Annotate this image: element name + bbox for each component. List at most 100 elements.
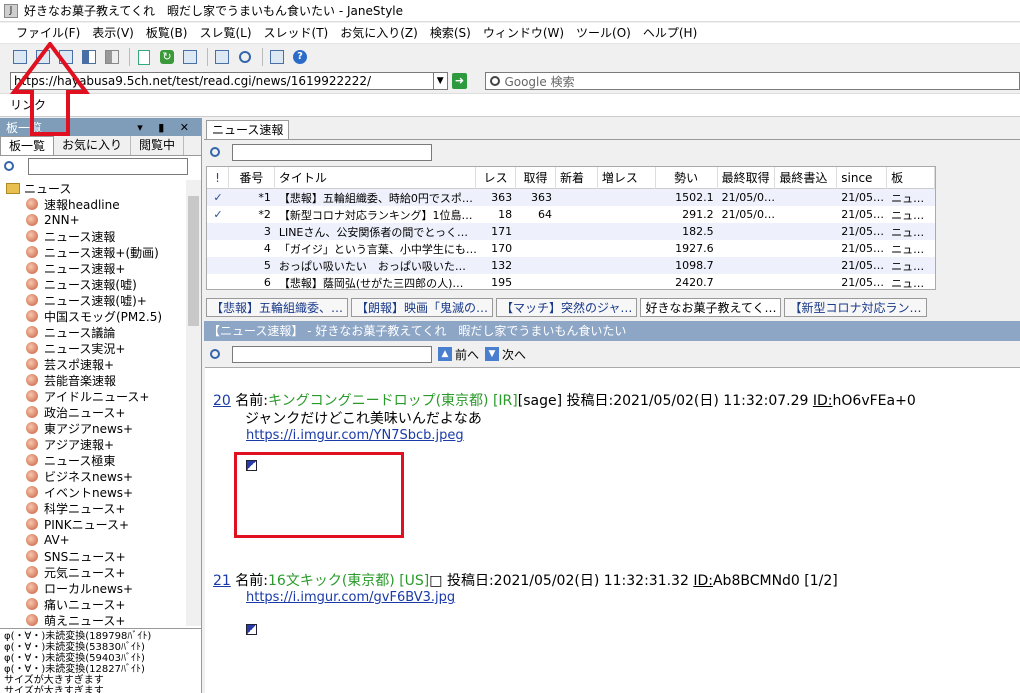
column-header[interactable]: 最終取得 — [718, 166, 776, 189]
board-item[interactable]: 中国スモッグ(PM2.5) — [0, 308, 186, 324]
chevron-down-icon[interactable]: ▼ — [433, 72, 448, 90]
view-search-input[interactable] — [232, 345, 432, 363]
thread-tab[interactable]: 【新型コロナ対応ラン… — [784, 297, 927, 317]
post-link[interactable]: https://i.imgur.com/YN7Sbcb.jpeg — [246, 428, 464, 443]
table-cell: 363 — [491, 191, 513, 204]
board-item[interactable]: アジア速報+ — [0, 436, 186, 452]
table-cell: ニュ… — [891, 208, 925, 222]
menu-favorites[interactable]: お気に入り(Z) — [334, 24, 424, 43]
board-item[interactable]: ニュース速報(嘘) — [0, 276, 186, 292]
tab-news-board[interactable]: ニュース速報 — [206, 120, 290, 139]
board-item[interactable]: 東アジアnews+ — [0, 420, 186, 436]
scrollbar-thumb[interactable] — [188, 196, 199, 326]
board-item[interactable]: ニュース議論 — [0, 324, 186, 340]
board-item[interactable]: ニュース速報+(動画) — [0, 244, 186, 260]
post-id-label[interactable]: ID: — [693, 573, 713, 589]
table-row[interactable]: 5 おっぱい吸いたい おっぱい吸いた… 132 1098.7 21/05… ニュ… — [207, 257, 935, 274]
next-button[interactable]: ▼ 次へ — [485, 346, 526, 363]
menu-window[interactable]: ウィンドウ(W) — [477, 24, 570, 43]
search-icon[interactable] — [210, 147, 220, 157]
board-label: アジア速報+ — [44, 437, 115, 452]
board-item[interactable]: ニュース極東 — [0, 452, 186, 468]
search-placeholder: Google 検索 — [504, 74, 575, 89]
thread-tab[interactable]: 【マッチ】突然のジャ… — [496, 297, 638, 317]
column-header[interactable]: タイトル — [275, 166, 477, 189]
table-row[interactable]: ✓ *1 【悲報】五輪組織委、時給0円でスポ… 363 363 1502.1 21/05/0… — [207, 189, 935, 206]
menu-board-list[interactable]: 板覧(B) — [140, 24, 194, 43]
board-item[interactable]: 速報headline — [0, 196, 186, 212]
board-item[interactable]: PINKニュース+ — [0, 516, 186, 532]
panel-controls[interactable]: ▾ ▮ ✕ — [137, 121, 201, 134]
board-item[interactable]: 政治ニュース+ — [0, 404, 186, 420]
board-item[interactable]: ニュース実況+ — [0, 340, 186, 356]
search-icon[interactable] — [4, 161, 14, 171]
menu-thread[interactable]: スレッド(T) — [258, 24, 335, 43]
board-item[interactable]: ニュース速報(嘘)+ — [0, 292, 186, 308]
column-header[interactable]: 増レス — [598, 166, 656, 189]
menu-thread-list[interactable]: スレ覧(L) — [193, 24, 257, 43]
copy-button[interactable] — [180, 47, 200, 67]
board-item[interactable]: 元気ニュース+ — [0, 564, 186, 580]
menu-tools[interactable]: ツール(O) — [570, 24, 637, 43]
column-header[interactable]: since — [837, 166, 888, 189]
image-thumbnail[interactable] — [246, 624, 257, 635]
board-item[interactable]: SNSニュース+ — [0, 548, 186, 564]
thread-tab[interactable]: 【朗報】映画「鬼滅の… — [351, 297, 494, 317]
write-button[interactable] — [134, 47, 154, 67]
board-icon — [26, 518, 38, 530]
column-header[interactable]: 板 — [887, 166, 935, 189]
board-item[interactable]: イベントnews+ — [0, 484, 186, 500]
column-header[interactable]: 新着 — [556, 166, 598, 189]
board-item[interactable]: ニュース速報+ — [0, 260, 186, 276]
menu-view[interactable]: 表示(V) — [86, 24, 140, 43]
thread-search-input[interactable] — [232, 143, 432, 161]
thread-tab[interactable]: 【悲報】五輪組織委、… — [206, 297, 349, 317]
column-header[interactable]: ! — [207, 166, 229, 189]
table-row[interactable]: ✓ *2 【新型コロナ対応ランキング】1位島… 18 64 291.2 21/05/0… 21… — [207, 206, 935, 223]
board-item[interactable]: AV+ — [0, 532, 186, 548]
menu-file[interactable]: ファイル(F) — [10, 24, 86, 43]
thread-tab[interactable]: 好きなお菓子教えてく… — [640, 297, 782, 317]
search-icon[interactable] — [210, 349, 220, 359]
table-row[interactable]: 6 【悲報】蔭岡弘(せがた三四郎の人)… 195 2420.7 21/05… ニュ… — [207, 274, 935, 291]
google-search-input[interactable]: Google 検索 — [485, 72, 1020, 90]
settings-button[interactable] — [267, 47, 287, 67]
board-search-input[interactable] — [28, 157, 188, 175]
board-item[interactable]: 萌えニュース+ — [0, 612, 186, 626]
table-cell: 182.5 — [682, 225, 714, 238]
help-button[interactable]: ? — [290, 47, 310, 67]
table-row[interactable]: 3 LINEさん、公安関係者の間でとっく… 171 182.5 21/05… ニュ… — [207, 223, 935, 240]
tab-favorites[interactable]: お気に入り — [54, 136, 132, 155]
column-header[interactable]: 最終書込 — [775, 166, 838, 189]
search-button[interactable] — [235, 47, 255, 67]
prev-button[interactable]: ▲ 前へ — [438, 346, 479, 363]
board-item[interactable]: 痛いニュース+ — [0, 596, 186, 612]
board-item[interactable]: 科学ニュース+ — [0, 500, 186, 516]
column-header[interactable]: 勢い — [656, 166, 718, 189]
board-item[interactable]: 芸能音楽速報 — [0, 372, 186, 388]
folder-news[interactable]: ニュース — [0, 180, 186, 196]
menu-search[interactable]: 検索(S) — [424, 24, 477, 43]
column-header[interactable]: 取得 — [516, 166, 557, 189]
post-number[interactable]: 21 — [213, 573, 231, 589]
table-row[interactable]: 4 「ガイジ」という言葉、小中学生にも… 170 1927.6 21/05… ニュ… — [207, 240, 935, 257]
go-button[interactable]: ➜ — [451, 73, 468, 89]
post-number[interactable]: 20 — [213, 393, 231, 409]
board-item[interactable]: アイドルニュース+ — [0, 388, 186, 404]
scrollbar[interactable] — [186, 180, 201, 626]
board-item[interactable]: 2NN+ — [0, 212, 186, 228]
tab-board-list[interactable]: 板一覧 — [0, 136, 55, 155]
board-item[interactable]: ビジネスnews+ — [0, 468, 186, 484]
post-id-label[interactable]: ID: — [813, 393, 833, 409]
column-header[interactable]: レス — [476, 166, 517, 189]
layout-4-button[interactable] — [102, 47, 122, 67]
reload-button[interactable]: ↻ — [157, 47, 177, 67]
post-link[interactable]: https://i.imgur.com/gvF6BV3.jpg — [246, 590, 455, 605]
view-button[interactable] — [212, 47, 232, 67]
tab-browsing[interactable]: 閲覧中 — [131, 136, 185, 155]
column-header[interactable]: 番号 — [229, 166, 275, 189]
board-item[interactable]: ニュース速報 — [0, 228, 186, 244]
menu-help[interactable]: ヘルプ(H) — [637, 24, 703, 43]
board-item[interactable]: ローカルnews+ — [0, 580, 186, 596]
board-item[interactable]: 芸スポ速報+ — [0, 356, 186, 372]
